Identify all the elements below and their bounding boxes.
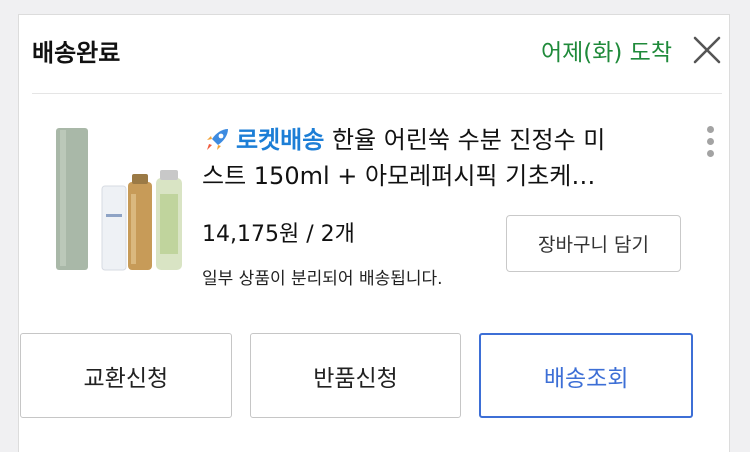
order-header: 배송완료 어제(화) 도착: [32, 28, 722, 72]
delivery-status-title: 배송완료: [32, 38, 121, 67]
arrival-date-text: 어제(화) 도착: [540, 40, 672, 66]
price-quantity: 14,175원 / 2개: [202, 222, 355, 247]
close-icon[interactable]: [692, 35, 722, 65]
rocket-delivery-badge: 로켓배송: [202, 122, 324, 158]
split-delivery-note: 일부 상품이 분리되어 배송됩니다.: [202, 269, 443, 289]
product-name-line2: 스트 150ml + 아모레퍼시픽 기초케…: [202, 162, 596, 190]
more-vertical-icon[interactable]: [704, 126, 716, 162]
header-right: 어제(화) 도착: [541, 33, 722, 67]
rocket-delivery-label: 로켓배송: [236, 126, 325, 154]
product-name-line1: 한율 어린쑥 수분 진정수 미: [324, 126, 606, 154]
track-delivery-button[interactable]: 배송조회: [479, 333, 694, 418]
header-divider: [32, 93, 722, 94]
return-request-button[interactable]: 반품신청: [249, 333, 462, 418]
rocket-icon: [207, 129, 228, 150]
add-to-cart-button[interactable]: 장바구니 담기: [506, 215, 681, 272]
order-actions: 교환신청 반품신청 배송조회: [20, 333, 694, 418]
exchange-request-button[interactable]: 교환신청: [20, 333, 232, 418]
product-title[interactable]: 로켓배송 한율 어린쑥 수분 진정수 미 스트 150ml + 아모레퍼시픽 기…: [202, 122, 622, 194]
product-image[interactable]: [32, 124, 184, 274]
